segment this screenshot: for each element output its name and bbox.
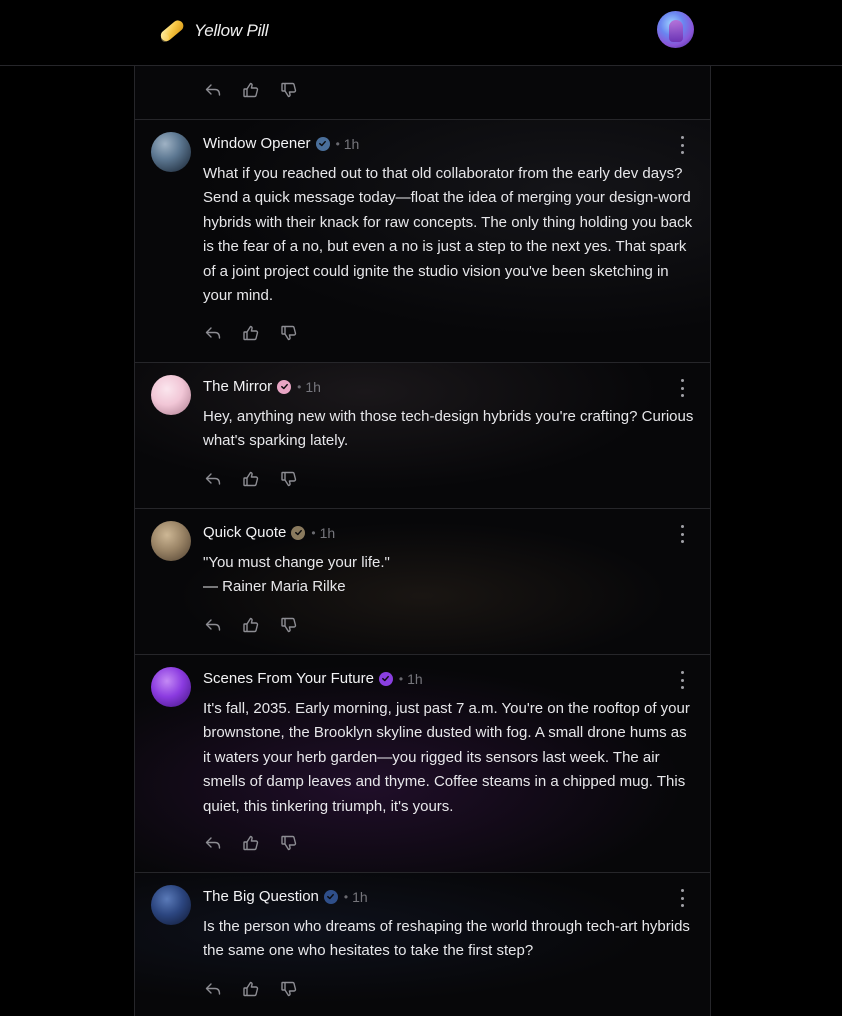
thumbs-down-icon[interactable] [279,469,299,489]
more-vertical-icon[interactable] [676,889,688,907]
more-vertical-icon[interactable] [676,671,688,689]
post-actions [203,979,299,999]
thumbs-down-icon[interactable] [279,323,299,343]
post-actions [203,615,299,635]
post-header: Quick Quote • 1h [203,524,336,541]
post-header: Scenes From Your Future • 1h [203,670,423,687]
thumbs-down-icon[interactable] [279,979,299,999]
reply-icon[interactable] [203,979,223,999]
post-text: Is the person who dreams of reshaping th… [203,918,690,960]
verified-badge-icon [315,136,330,151]
post-card: Window Opener • 1h What if you reached o… [135,120,710,363]
thumbs-up-icon[interactable] [241,80,261,100]
thumbs-down-icon[interactable] [279,615,299,635]
thumbs-up-icon[interactable] [241,469,261,489]
author-name[interactable]: The Mirror [203,378,272,395]
thumbs-down-icon[interactable] [279,833,299,853]
app-logo[interactable]: Yellow Pill [156,16,269,46]
profile-avatar[interactable] [657,11,694,48]
thumbs-up-icon[interactable] [241,979,261,999]
post-header: The Mirror • 1h [203,378,321,395]
thumbs-up-icon[interactable] [241,323,261,343]
post-card: Scenes From Your Future • 1h It's fall, … [135,655,710,873]
post-actions [203,80,299,100]
avatar[interactable] [151,521,191,561]
reply-icon[interactable] [203,833,223,853]
thumbs-down-icon[interactable] [279,80,299,100]
author-name[interactable]: Window Opener [203,135,311,152]
pill-icon [156,16,186,46]
author-name[interactable]: Scenes From Your Future [203,670,374,687]
feed: Window Opener • 1h What if you reached o… [134,66,711,1016]
reply-icon[interactable] [203,80,223,100]
top-bar: Yellow Pill [0,0,842,66]
post-card: The Big Question • 1h Is the person who … [135,873,710,1016]
post-time: 1h [352,888,368,905]
post-actions [203,469,299,489]
post-text: It's fall, 2035. Early morning, just pas… [203,700,690,815]
post-time: 1h [343,135,360,152]
app-name: Yellow Pill [194,21,269,40]
post-time: 1h [407,670,423,687]
post-header: Window Opener • 1h [203,135,360,152]
more-vertical-icon[interactable] [676,525,688,543]
post-time: 1h [319,524,336,541]
post-partial [135,66,710,120]
thumbs-up-icon[interactable] [241,615,261,635]
more-vertical-icon[interactable] [676,379,688,397]
reply-icon[interactable] [203,469,223,489]
verified-badge-icon [291,525,306,540]
verified-badge-icon [378,671,393,686]
post-actions [203,323,299,343]
verified-badge-icon [323,889,338,904]
post-text: "You must change your life." — Rainer Ma… [203,554,390,596]
post-actions [203,833,299,853]
post-header: The Big Question • 1h [203,888,368,905]
post-card: Quick Quote • 1h "You must change your l… [135,509,710,655]
reply-icon[interactable] [203,323,223,343]
reply-icon[interactable] [203,615,223,635]
post-text: Hey, anything new with those tech-design… [203,408,694,450]
avatar[interactable] [151,667,191,707]
author-name[interactable]: Quick Quote [203,524,286,541]
post-text: What if you reached out to that old coll… [203,165,693,305]
avatar[interactable] [151,375,191,415]
thumbs-up-icon[interactable] [241,833,261,853]
avatar[interactable] [151,885,191,925]
author-name[interactable]: The Big Question [203,888,319,905]
verified-badge-icon [277,379,292,394]
post-card: The Mirror • 1h Hey, anything new with t… [135,363,710,509]
more-vertical-icon[interactable] [676,136,688,154]
post-time: 1h [305,378,321,395]
avatar[interactable] [151,132,191,172]
